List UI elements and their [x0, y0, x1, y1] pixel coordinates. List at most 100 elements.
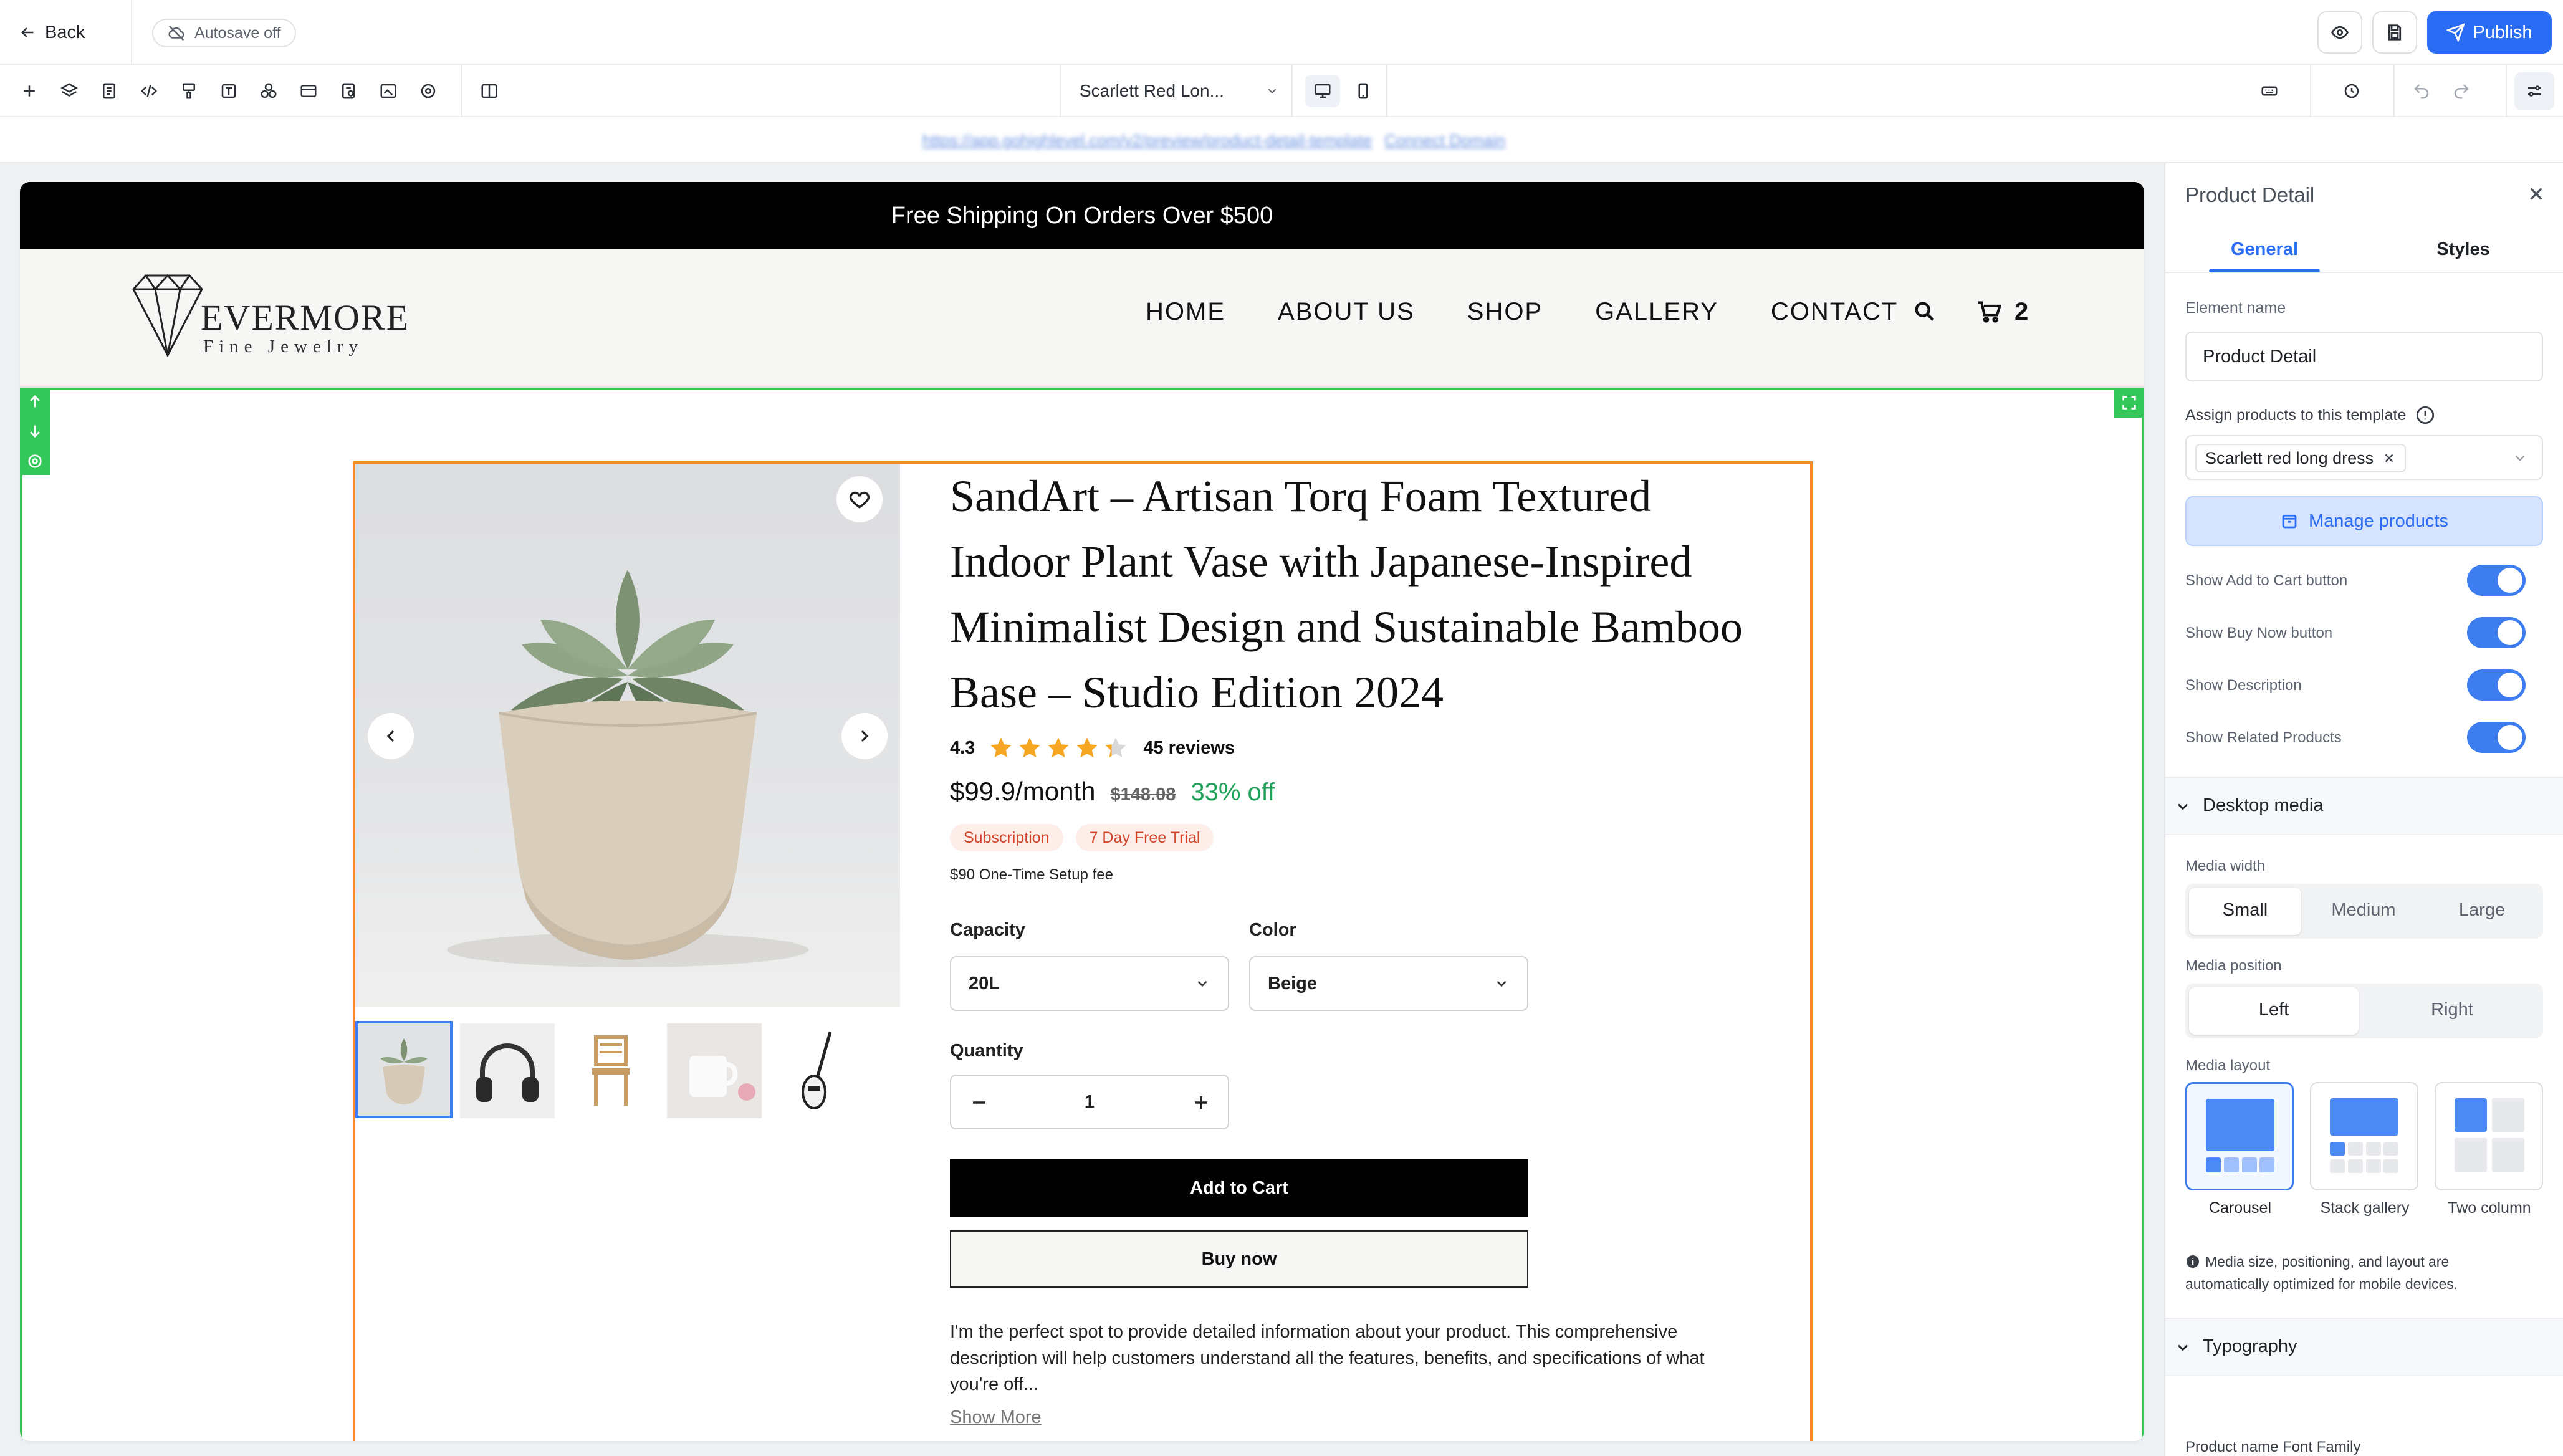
media-icon[interactable] — [376, 79, 400, 103]
page-selector-label: Scarlett Red Lon... — [1080, 81, 1224, 100]
media-width-small[interactable]: Small — [2189, 900, 2301, 921]
add-element-icon[interactable] — [17, 79, 41, 103]
main-nav: HOME ABOUT US SHOP GALLERY CONTACT — [1146, 293, 1898, 330]
section-icon[interactable] — [297, 79, 320, 103]
star-icon — [1048, 737, 1069, 758]
carousel-prev-button[interactable] — [368, 713, 414, 759]
section-toolbar — [20, 388, 50, 475]
carousel-next-button[interactable] — [841, 713, 888, 759]
autosave-toggle[interactable]: Autosave off — [152, 19, 296, 47]
desktop-view-button[interactable] — [1305, 75, 1340, 107]
nav-item-about[interactable]: ABOUT US — [1278, 298, 1415, 326]
wishlist-button[interactable] — [836, 476, 883, 522]
guitar-thumb-graphic — [802, 1032, 832, 1109]
media-position-left[interactable]: Left — [2189, 1000, 2359, 1020]
divider — [2393, 65, 2395, 117]
autosave-label: Autosave off — [194, 24, 281, 42]
capacity-select[interactable]: 20L — [950, 956, 1229, 1011]
thumbnail-mug[interactable] — [667, 1023, 762, 1118]
typography-header[interactable]: Typography — [2165, 1318, 2563, 1376]
subscription-badge: Subscription — [950, 824, 1063, 851]
element-name-input[interactable]: Product Detail — [2185, 332, 2543, 381]
cloud-off-icon — [168, 25, 184, 41]
thumbnail-headphones[interactable] — [460, 1023, 555, 1118]
add-to-cart-toggle[interactable] — [2467, 565, 2526, 596]
nav-item-contact[interactable]: CONTACT — [1771, 298, 1898, 326]
connect-domain-link[interactable]: Connect Domain — [1384, 131, 1505, 150]
buy-now-button[interactable]: Buy now — [950, 1230, 1528, 1288]
search-icon[interactable] — [1912, 299, 1937, 324]
keyboard-icon[interactable] — [2258, 79, 2281, 103]
info-icon[interactable] — [2415, 405, 2436, 426]
move-up-icon[interactable] — [26, 393, 44, 410]
pages-icon[interactable] — [97, 79, 121, 103]
layers-icon[interactable] — [57, 79, 81, 103]
chevron-down-icon — [2515, 455, 2525, 461]
thumbnail-guitar[interactable] — [770, 1023, 865, 1118]
add-to-cart-button[interactable]: Add to Cart — [950, 1159, 1528, 1217]
redo-icon[interactable] — [2450, 79, 2473, 103]
code-icon[interactable] — [137, 79, 161, 103]
history-icon[interactable] — [2340, 79, 2364, 103]
remove-chip-icon[interactable] — [2382, 451, 2396, 465]
setup-fee: $90 One-Time Setup fee — [950, 866, 1113, 883]
media-position-right[interactable]: Right — [2365, 1000, 2539, 1020]
layout-carousel-option[interactable] — [2185, 1082, 2294, 1190]
layout-stack-gallery-option[interactable] — [2310, 1082, 2418, 1190]
preview-url[interactable]: https://app.gohighlevel.com/v2/preview/p… — [922, 131, 1372, 150]
save-icon — [2388, 24, 2402, 41]
announcement-bar[interactable]: Free Shipping On Orders Over $500 — [20, 182, 2144, 249]
review-count[interactable]: 45 reviews — [1143, 738, 1235, 759]
split-view-icon[interactable] — [477, 79, 501, 103]
description-toggle[interactable] — [2467, 669, 2526, 701]
nav-item-gallery[interactable]: GALLERY — [1595, 298, 1718, 326]
box-icon — [2282, 514, 2297, 529]
media-width-large[interactable]: Large — [2426, 900, 2538, 921]
thumbnail-vase[interactable] — [355, 1021, 453, 1118]
thumbnail-chair[interactable] — [563, 1023, 658, 1118]
publish-button[interactable]: Publish — [2427, 11, 2552, 54]
settings-icon[interactable] — [416, 79, 440, 103]
text-icon[interactable] — [217, 79, 241, 103]
rating-row: 4.3 45 reviews — [950, 733, 1235, 763]
tab-general[interactable]: General — [2165, 239, 2364, 260]
cart-button[interactable]: 2 — [1976, 293, 2028, 330]
page-selector[interactable]: Scarlett Red Lon... — [1080, 77, 1279, 105]
color-select[interactable]: Beige — [1249, 956, 1528, 1011]
close-icon[interactable] — [2526, 183, 2547, 204]
buy-now-toggle[interactable] — [2467, 617, 2526, 648]
cart-count: 2 — [2014, 297, 2029, 325]
panel-toggle-button[interactable] — [2514, 72, 2554, 110]
related-products-toggle[interactable] — [2467, 722, 2526, 753]
element-name-label: Element name — [2185, 299, 2286, 317]
move-down-icon[interactable] — [26, 423, 44, 440]
mobile-view-icon[interactable] — [1351, 79, 1375, 103]
show-more-link[interactable]: Show More — [950, 1407, 1042, 1428]
components-icon[interactable] — [257, 79, 280, 103]
desktop-media-header[interactable]: Desktop media — [2165, 777, 2563, 835]
preview-button[interactable] — [2317, 11, 2362, 54]
section-settings-icon[interactable] — [26, 453, 44, 470]
back-button[interactable]: Back — [19, 19, 85, 46]
brand-logo[interactable]: EVERMORE Fine Jewelry — [127, 272, 408, 359]
quantity-value[interactable]: 1 — [951, 1092, 1228, 1113]
undo-icon[interactable] — [2410, 79, 2433, 103]
brand-name: EVERMORE — [201, 297, 410, 338]
layout-two-column-option[interactable] — [2435, 1082, 2543, 1190]
tab-styles[interactable]: Styles — [2364, 239, 2563, 260]
form-icon[interactable] — [337, 79, 360, 103]
product-main-image[interactable] — [355, 464, 900, 1007]
product-title-line: Base – Studio Edition 2024 — [950, 668, 1444, 717]
nav-item-home[interactable]: HOME — [1146, 298, 1225, 326]
plus-icon[interactable] — [1190, 1092, 1212, 1113]
nav-item-shop[interactable]: SHOP — [1467, 298, 1543, 326]
save-button[interactable] — [2372, 11, 2417, 54]
manage-products-button[interactable]: Manage products — [2185, 496, 2543, 546]
layout-carousel-label: Carousel — [2208, 1199, 2272, 1217]
assign-products-select[interactable]: Scarlett red long dress — [2185, 435, 2543, 480]
media-width-medium[interactable]: Medium — [2307, 900, 2420, 921]
active-tab-indicator — [2209, 269, 2320, 272]
media-note-line: automatically optimized for mobile devic… — [2185, 1276, 2458, 1292]
expand-section-button[interactable] — [2114, 388, 2144, 418]
paint-icon[interactable] — [177, 79, 201, 103]
